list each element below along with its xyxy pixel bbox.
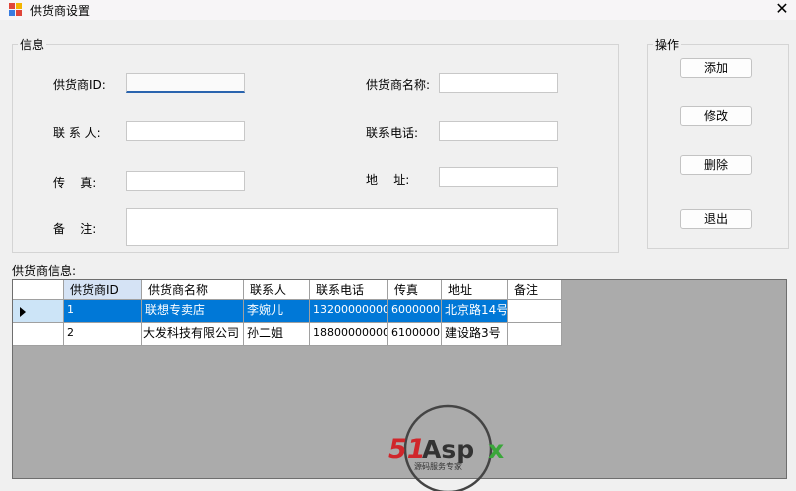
exit-button[interactable]: 退出 bbox=[680, 209, 752, 229]
address-input[interactable] bbox=[439, 167, 558, 187]
window-title: 供货商设置 bbox=[30, 4, 91, 18]
col-header-address[interactable]: 地址 bbox=[442, 280, 508, 300]
close-button[interactable]: ✕ bbox=[771, 0, 793, 20]
app-icon bbox=[9, 3, 22, 16]
table-cell[interactable]: 6100000 bbox=[388, 323, 442, 346]
table-cell[interactable]: 孙二姐 bbox=[244, 323, 310, 346]
svg-text:源码服务专家: 源码服务专家 bbox=[414, 461, 462, 471]
ops-group-title: 操作 bbox=[653, 36, 682, 53]
fax-input[interactable] bbox=[126, 171, 245, 191]
table-cell[interactable]: 李婉儿 bbox=[244, 300, 310, 323]
col-header-fax[interactable]: 传真 bbox=[388, 280, 442, 300]
supplier-name-input[interactable] bbox=[439, 73, 558, 93]
add-button[interactable]: 添加 bbox=[680, 58, 752, 78]
fax-label: 传 真: bbox=[53, 176, 97, 190]
table-cell[interactable]: 大发科技有限公司 bbox=[142, 323, 244, 346]
remark-label: 备 注: bbox=[53, 222, 97, 236]
grid-label: 供货商信息: bbox=[12, 264, 77, 278]
row-header[interactable] bbox=[13, 323, 64, 346]
delete-button[interactable]: 删除 bbox=[680, 155, 752, 175]
col-header-remark[interactable]: 备注 bbox=[508, 280, 562, 300]
table-cell[interactable] bbox=[508, 300, 562, 323]
col-header-id[interactable]: 供货商ID bbox=[64, 280, 142, 300]
table-cell[interactable]: 联想专卖店 bbox=[142, 300, 244, 323]
table-cell[interactable]: 2 bbox=[64, 323, 142, 346]
svg-text:x: x bbox=[488, 435, 504, 464]
edit-button[interactable]: 修改 bbox=[680, 106, 752, 126]
remark-textarea[interactable] bbox=[126, 208, 558, 246]
svg-text:51: 51 bbox=[388, 434, 426, 465]
table-cell[interactable]: 6000000 bbox=[388, 300, 442, 323]
supplier-id-input[interactable] bbox=[126, 73, 245, 93]
table-cell[interactable]: 18800000000 bbox=[310, 323, 388, 346]
col-header-contact[interactable]: 联系人 bbox=[244, 280, 310, 300]
row-pointer-icon bbox=[20, 307, 26, 317]
table-cell[interactable]: 北京路14号 bbox=[442, 300, 508, 323]
info-group-title: 信息 bbox=[18, 36, 47, 53]
col-header-name[interactable]: 供货商名称 bbox=[142, 280, 244, 300]
title-bar: 供货商设置 ✕ bbox=[0, 0, 796, 20]
watermark-logo: 51 Asp x 源码服务专家 bbox=[388, 404, 504, 491]
address-label: 地 址: bbox=[366, 173, 410, 187]
supplier-name-label: 供货商名称: bbox=[366, 78, 431, 92]
table-cell[interactable]: 建设路3号 bbox=[442, 323, 508, 346]
table-cell[interactable]: 1 bbox=[64, 300, 142, 323]
svg-text:Asp: Asp bbox=[422, 435, 474, 464]
grid-corner bbox=[13, 280, 64, 300]
contact-label: 联 系 人: bbox=[53, 126, 101, 140]
phone-label: 联系电话: bbox=[366, 126, 419, 140]
row-header-selected[interactable] bbox=[13, 300, 64, 323]
table-cell[interactable]: 13200000000 bbox=[310, 300, 388, 323]
col-header-phone[interactable]: 联系电话 bbox=[310, 280, 388, 300]
contact-input[interactable] bbox=[126, 121, 245, 141]
table-cell[interactable] bbox=[508, 323, 562, 346]
supplier-id-label: 供货商ID: bbox=[53, 78, 106, 92]
phone-input[interactable] bbox=[439, 121, 558, 141]
